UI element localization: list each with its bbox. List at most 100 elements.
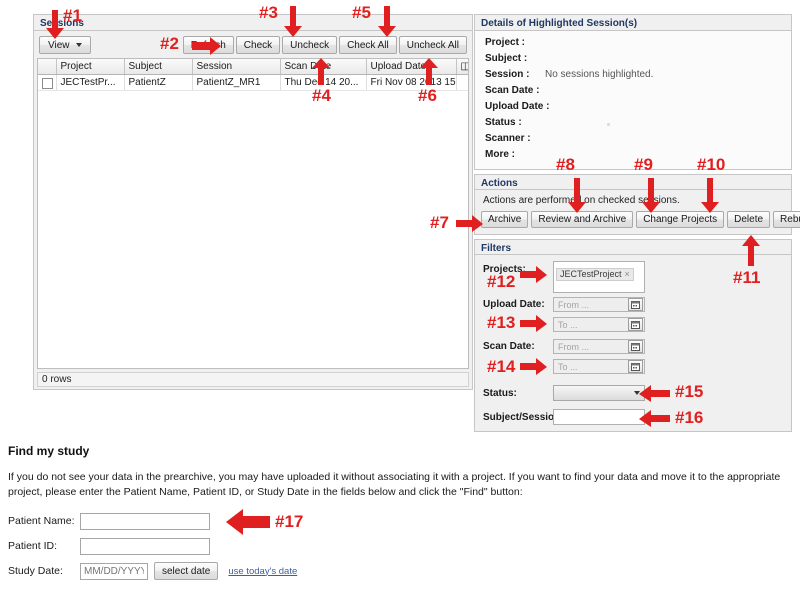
scan-date-from-field[interactable]: From ... — [553, 339, 645, 354]
project-tag-label: JECTestProject — [560, 269, 622, 279]
annotation-label-9: #9 — [634, 155, 653, 174]
sessions-toolbar: View Refresh Check Uncheck Check All Unc… — [39, 36, 469, 56]
status-filter-select[interactable] — [553, 385, 645, 401]
column-settings-icon[interactable]: ◫ — [456, 59, 468, 75]
detail-row-session: Session : No sessions highlighted. — [475, 69, 791, 85]
annotation-arrow-4 — [311, 58, 331, 86]
subject-session-filter-value — [554, 415, 557, 426]
annotation-label-7: #7 — [430, 213, 449, 232]
annotation-arrow-8 — [567, 178, 587, 214]
annotation-label-2: #2 — [160, 34, 179, 53]
calendar-icon[interactable] — [628, 318, 643, 331]
detail-row-project: Project : — [475, 37, 791, 53]
patient-name-row: Patient Name: — [8, 510, 798, 532]
sessions-panel-title: Sessions — [33, 14, 473, 30]
annotation-label-6: #6 — [418, 86, 437, 105]
annotation-label-5: #5 — [352, 3, 371, 22]
sessions-toolbar-right: Refresh Check Uncheck Check All Uncheck … — [182, 36, 467, 54]
detail-label-project: Project : — [485, 37, 526, 48]
column-header-project[interactable]: Project — [56, 59, 125, 75]
calendar-icon[interactable] — [628, 340, 643, 353]
select-date-button[interactable]: select date — [154, 562, 219, 580]
scan-date-to-placeholder: To ... — [558, 361, 578, 372]
upload-date-from-field[interactable]: From ... — [553, 297, 645, 312]
actions-panel-title: Actions — [474, 174, 792, 189]
detail-row-more: More : — [475, 149, 791, 165]
use-todays-date-link[interactable]: use today's date — [228, 566, 297, 577]
patient-name-label: Patient Name: — [8, 515, 75, 527]
study-date-input[interactable] — [80, 562, 148, 580]
annotation-label-17: #17 — [275, 512, 304, 531]
detail-row-subject: Subject : — [475, 53, 791, 69]
annotation-arrow-1 — [45, 10, 65, 40]
annotation-arrow-10 — [700, 178, 720, 214]
actions-panel: Actions are performed on checked session… — [474, 189, 800, 235]
detail-label-scan-date: Scan Date : — [485, 85, 540, 96]
row-select-cell[interactable] — [38, 74, 57, 91]
delete-button[interactable]: Delete — [727, 211, 771, 228]
check-button[interactable]: Check — [235, 36, 281, 54]
calendar-icon[interactable] — [628, 360, 643, 373]
detail-row-scanner: Scanner : — [475, 133, 791, 149]
annotation-arrow-15 — [638, 385, 670, 403]
annotation-arrow-9 — [641, 178, 661, 214]
annotation-label-12: #12 — [487, 272, 516, 291]
row-count-status: 0 rows — [37, 372, 469, 387]
scan-date-to-field[interactable]: To ... — [553, 359, 645, 374]
filter-label-upload-date: Upload Date: — [483, 299, 545, 310]
projects-filter-box[interactable]: JECTestProject × — [553, 261, 645, 293]
detail-label-subject: Subject : — [485, 53, 528, 64]
column-header-subject[interactable]: Subject — [124, 59, 193, 75]
filter-label-status: Status: — [483, 388, 517, 399]
filter-label-subject-session: Subject/Session: — [483, 412, 564, 423]
sessions-table-container: Project Subject Session Scan Date Upload… — [37, 58, 469, 369]
table-header-row: Project Subject Session Scan Date Upload… — [38, 59, 468, 75]
detail-label-more: More : — [485, 149, 515, 160]
cell-upload-date: Fri Nov 08 2013 15... — [366, 74, 457, 91]
calendar-icon[interactable] — [628, 298, 643, 311]
detail-label-session: Session : — [485, 69, 530, 80]
cell-project: JECTestPr... — [56, 74, 125, 91]
annotation-arrow-12 — [520, 266, 548, 284]
patient-id-label: Patient ID: — [8, 540, 58, 552]
detail-label-upload-date: Upload Date : — [485, 101, 550, 112]
close-icon[interactable]: × — [625, 269, 630, 279]
uncheck-button[interactable]: Uncheck — [282, 36, 338, 54]
upload-date-to-field[interactable]: To ... — [553, 317, 645, 332]
annotation-arrow-14 — [520, 358, 548, 376]
detail-value-session: No sessions highlighted. — [545, 69, 654, 80]
column-header-checkbox — [38, 59, 57, 75]
scan-date-from-placeholder: From ... — [558, 341, 589, 352]
annotation-arrow-11 — [741, 235, 761, 267]
column-header-session[interactable]: Session — [192, 59, 281, 75]
view-button-label: View — [48, 39, 70, 51]
study-date-row: Study Date: select date use today's date — [8, 560, 798, 582]
annotation-arrow-6 — [419, 58, 439, 86]
uncheck-all-button[interactable]: Uncheck All — [398, 36, 467, 54]
annotation-label-3: #3 — [259, 3, 278, 22]
annotation-arrow-13 — [520, 315, 548, 333]
checkbox-icon[interactable] — [42, 78, 53, 89]
detail-label-scanner: Scanner : — [485, 133, 531, 144]
annotation-label-13: #13 — [487, 313, 516, 332]
column-header-upload-date[interactable]: Upload Date — [366, 59, 457, 75]
check-all-button[interactable]: Check All — [339, 36, 397, 54]
prearchive-page: Sessions View Refresh Check Uncheck Chec… — [0, 0, 800, 589]
project-tag[interactable]: JECTestProject × — [556, 267, 634, 281]
patient-id-input[interactable] — [80, 537, 210, 555]
find-my-study-heading: Find my study — [8, 444, 90, 458]
table-row[interactable]: JECTestPr... PatientZ PatientZ_MR1 Thu D… — [38, 74, 468, 91]
study-date-label: Study Date: — [8, 565, 63, 577]
annotation-label-4: #4 — [312, 86, 331, 105]
upload-date-from-placeholder: From ... — [558, 299, 589, 310]
annotation-label-15: #15 — [675, 382, 704, 401]
subject-session-filter-input[interactable] — [553, 409, 645, 425]
archive-button[interactable]: Archive — [481, 211, 529, 228]
patient-name-input[interactable] — [80, 512, 210, 530]
cell-session: PatientZ_MR1 — [192, 74, 281, 91]
detail-row-upload-date: Upload Date : — [475, 101, 791, 117]
annotation-label-8: #8 — [556, 155, 575, 174]
rebuild-button[interactable]: Rebuild — [773, 211, 800, 228]
annotation-arrow-17 — [225, 508, 271, 536]
upload-date-to-placeholder: To ... — [558, 319, 578, 330]
